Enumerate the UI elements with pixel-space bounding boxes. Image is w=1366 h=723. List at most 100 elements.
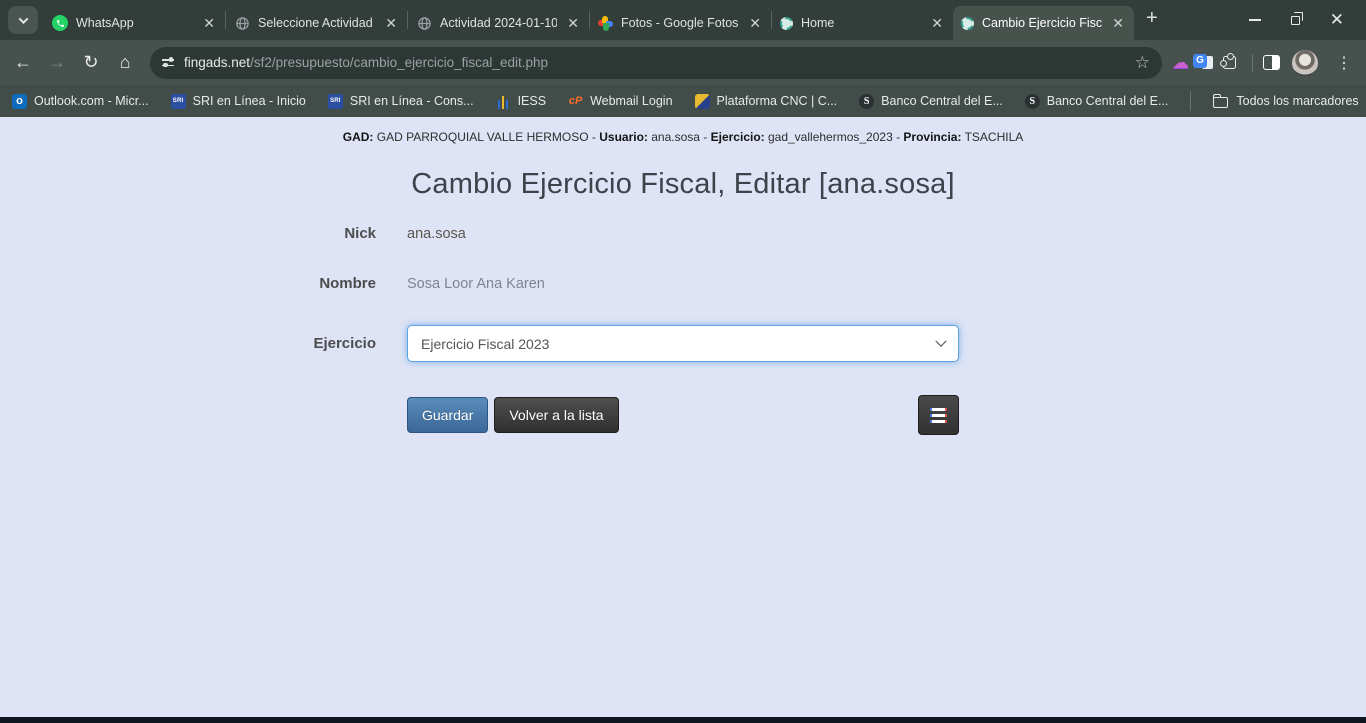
tab-label: WhatsApp — [76, 16, 193, 30]
tab-close-icon[interactable]: ✕ — [747, 15, 763, 32]
tab-whatsapp[interactable]: WhatsApp ✕ — [44, 6, 225, 40]
iess-icon — [496, 94, 511, 109]
tab-close-icon[interactable]: ✕ — [929, 15, 945, 32]
window-controls: ✕ — [1249, 15, 1362, 25]
nombre-label: Nombre — [296, 275, 376, 292]
provincia-value: TSACHILA — [961, 130, 1023, 144]
minimize-button[interactable] — [1249, 19, 1261, 21]
maximize-button[interactable] — [1291, 16, 1300, 25]
guardar-button[interactable]: Guardar — [407, 397, 488, 433]
bookmark-banco-central-1[interactable]: S Banco Central del E... — [859, 94, 1003, 109]
bookmark-label: SRI en Línea - Cons... — [350, 94, 474, 108]
google-photos-icon — [598, 16, 613, 31]
back-button[interactable]: ← — [8, 48, 38, 78]
form-row-buttons: Guardar Volver a la lista — [296, 395, 1366, 435]
site-settings-icon[interactable] — [162, 59, 174, 66]
tab-label: Seleccione Actividad — [258, 16, 375, 30]
address-bar[interactable]: fingads.net/sf2/presupuesto/cambio_ejerc… — [150, 47, 1162, 79]
bookmark-star-icon[interactable]: ☆ — [1135, 53, 1150, 73]
side-panel-icon[interactable] — [1263, 55, 1280, 70]
form-row-nick: Nick ana.sosa — [296, 225, 1366, 242]
url-path: /sf2/presupuesto/cambio_ejercicio_fiscal… — [250, 55, 548, 70]
ejercicio-select[interactable]: Ejercicio Fiscal 2023 — [407, 325, 959, 362]
all-bookmarks-button[interactable]: Todos los marcadores — [1190, 91, 1358, 111]
url-text[interactable]: fingads.net/sf2/presupuesto/cambio_ejerc… — [184, 55, 1125, 70]
chevron-down-icon — [18, 14, 28, 24]
hamburger-icon — [930, 408, 947, 411]
ejercicio-selected-option: Ejercicio Fiscal 2023 — [421, 336, 937, 352]
form-row-nombre: Nombre Sosa Loor Ana Karen — [296, 275, 1366, 292]
page-title: Cambio Ejercicio Fiscal, Editar [ana.sos… — [0, 168, 1366, 201]
bookmark-sri-consultas[interactable]: SRI SRI en Línea - Cons... — [328, 94, 474, 109]
tab-actividad[interactable]: Actividad 2024-01-10 ✕ — [408, 6, 589, 40]
tab-close-icon[interactable]: ✕ — [1110, 15, 1126, 32]
minimize-icon — [1249, 19, 1261, 21]
tab-home[interactable]: Home ✕ — [772, 6, 953, 40]
nombre-value: Sosa Loor Ana Karen — [407, 276, 959, 292]
ejercicio-field-label: Ejercicio — [296, 335, 376, 352]
restore-icon — [1291, 16, 1300, 25]
tab-close-icon[interactable]: ✕ — [383, 15, 399, 32]
extension-cloud-icon[interactable]: ☁ — [1172, 53, 1189, 73]
usuario-label: Usuario: — [599, 130, 648, 144]
volver-a-la-lista-button[interactable]: Volver a la lista — [494, 397, 618, 433]
buttons-row: Guardar Volver a la lista — [407, 395, 959, 435]
bookmark-label: Webmail Login — [590, 94, 672, 108]
fingads-favicon-icon — [780, 17, 793, 30]
bookmark-cnc[interactable]: Plataforma CNC | C... — [695, 94, 838, 109]
banco-central-icon: S — [1025, 94, 1040, 109]
bookmark-outlook[interactable]: o Outlook.com - Micr... — [12, 94, 149, 109]
bookmark-label: Banco Central del E... — [881, 94, 1003, 108]
fingads-favicon-icon — [961, 17, 974, 30]
translate-icon[interactable]: G — [1193, 54, 1213, 72]
bookmarks-bar: o Outlook.com - Micr... SRI SRI en Línea… — [0, 85, 1366, 117]
reload-button[interactable]: ↻ — [76, 48, 106, 78]
extensions-puzzle-icon[interactable] — [1223, 56, 1236, 69]
form-row-ejercicio: Ejercicio Ejercicio Fiscal 2023 — [296, 325, 1366, 362]
bookmark-label: IESS — [518, 94, 547, 108]
banco-central-icon: S — [859, 94, 874, 109]
cpanel-icon: cP — [568, 94, 583, 109]
bookmark-label: Banco Central del E... — [1047, 94, 1169, 108]
ejercicio-label: Ejercicio: — [711, 130, 765, 144]
bookmark-webmail[interactable]: cP Webmail Login — [568, 94, 672, 109]
session-context-bar: GAD: GAD PARROQUIAL VALLE HERMOSO - Usua… — [0, 130, 1366, 144]
new-tab-button[interactable]: + — [1134, 7, 1170, 34]
browser-toolbar: ← → ↻ ⌂ fingads.net/sf2/presupuesto/camb… — [0, 40, 1366, 85]
gad-value: GAD PARROQUIAL VALLE HERMOSO - — [373, 130, 599, 144]
globe-icon — [416, 15, 432, 31]
tab-close-icon[interactable]: ✕ — [201, 15, 217, 32]
menu-hamburger-button[interactable] — [918, 395, 959, 435]
close-window-button[interactable]: ✕ — [1330, 15, 1344, 25]
tab-strip: WhatsApp ✕ Seleccione Actividad ✕ Activi… — [0, 0, 1366, 40]
bookmark-banco-central-2[interactable]: S Banco Central del E... — [1025, 94, 1169, 109]
globe-icon — [234, 15, 250, 31]
profile-avatar[interactable] — [1292, 50, 1318, 76]
bookmarks-separator — [1190, 91, 1191, 111]
tab-label: Cambio Ejercicio Fisc — [982, 16, 1102, 30]
tab-label: Fotos - Google Fotos — [621, 16, 739, 30]
bookmark-label: Plataforma CNC | C... — [717, 94, 838, 108]
tab-close-icon[interactable]: ✕ — [565, 15, 581, 32]
select-chevron-down-icon — [935, 335, 946, 346]
edit-form: Nick ana.sosa Nombre Sosa Loor Ana Karen… — [0, 225, 1366, 435]
page-content: GAD: GAD PARROQUIAL VALLE HERMOSO - Usua… — [0, 117, 1366, 717]
bookmark-iess[interactable]: IESS — [496, 94, 547, 109]
bookmark-label: Outlook.com - Micr... — [34, 94, 149, 108]
forward-button[interactable]: → — [42, 48, 72, 78]
tab-google-fotos[interactable]: Fotos - Google Fotos ✕ — [590, 6, 771, 40]
home-button[interactable]: ⌂ — [110, 48, 140, 78]
gad-label: GAD: — [343, 130, 374, 144]
outlook-icon: o — [12, 94, 27, 109]
browser-menu-icon[interactable]: ⋮ — [1330, 53, 1358, 73]
bookmark-sri-inicio[interactable]: SRI SRI en Línea - Inicio — [171, 94, 306, 109]
whatsapp-icon — [52, 15, 68, 31]
tab-label: Home — [801, 16, 921, 30]
tab-seleccione-actividad[interactable]: Seleccione Actividad ✕ — [226, 6, 407, 40]
provincia-label: Provincia: — [903, 130, 961, 144]
ejercicio-value: gad_vallehermos_2023 - — [765, 130, 904, 144]
tab-cambio-ejercicio-fiscal-active[interactable]: Cambio Ejercicio Fisc ✕ — [953, 6, 1134, 40]
tab-search-button[interactable] — [8, 6, 38, 34]
all-bookmarks-label: Todos los marcadores — [1236, 94, 1358, 108]
usuario-value: ana.sosa - — [648, 130, 711, 144]
